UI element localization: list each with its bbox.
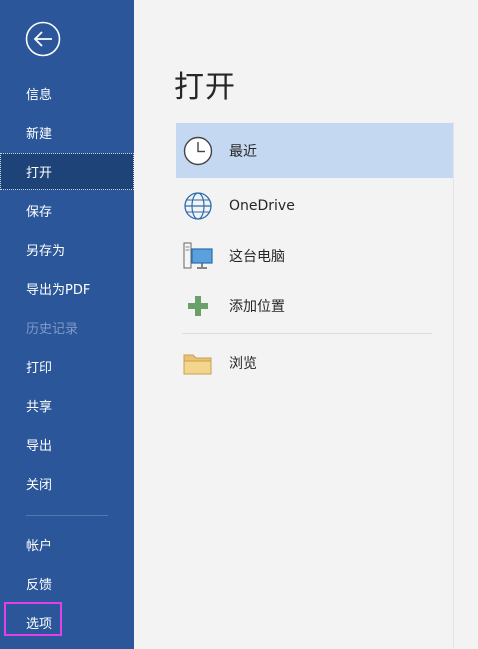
nav-print[interactable]: 打印: [0, 348, 134, 385]
nav-label: 信息: [26, 88, 53, 103]
location-divider: [182, 333, 432, 334]
nav-label: 打印: [26, 361, 53, 376]
nav-history: 历史记录: [0, 309, 134, 346]
back-arrow-icon: [25, 21, 61, 57]
nav-save[interactable]: 保存: [0, 192, 134, 229]
location-this-pc[interactable]: 这台电脑: [176, 228, 453, 283]
nav-label: 另存为: [26, 244, 66, 259]
computer-icon: [176, 238, 220, 274]
nav-open[interactable]: 打开: [0, 153, 134, 190]
nav-close[interactable]: 关闭: [0, 465, 134, 502]
nav-label: 帐户: [26, 539, 53, 554]
nav-label: 共享: [26, 400, 53, 415]
back-button[interactable]: [25, 21, 61, 57]
clock-icon: [176, 133, 220, 169]
nav-label: 历史记录: [26, 322, 79, 337]
nav-share[interactable]: 共享: [0, 387, 134, 424]
nav-options[interactable]: 选项: [0, 604, 134, 641]
location-label: 最近: [229, 143, 257, 160]
location-label: 浏览: [229, 355, 257, 372]
globe-icon: [176, 188, 220, 224]
nav-export[interactable]: 导出: [0, 426, 134, 463]
nav-info[interactable]: 信息: [0, 75, 134, 112]
location-label: OneDrive: [229, 197, 295, 214]
nav-label: 关闭: [26, 478, 53, 493]
panel-edge: [453, 122, 454, 649]
location-recent[interactable]: 最近: [176, 123, 453, 178]
nav-label: 打开: [26, 166, 53, 181]
nav-label: 反馈: [26, 578, 53, 593]
plus-icon: [176, 288, 220, 324]
nav-label: 导出: [26, 439, 53, 454]
nav-new[interactable]: 新建: [0, 114, 134, 151]
location-add-place[interactable]: 添加位置: [176, 278, 453, 333]
location-label: 添加位置: [229, 298, 285, 315]
location-label: 这台电脑: [229, 248, 285, 265]
nav-divider: [26, 515, 108, 516]
nav-save-as[interactable]: 另存为: [0, 231, 134, 268]
folder-icon: [176, 345, 220, 381]
location-browse[interactable]: 浏览: [176, 335, 453, 390]
nav-label: 新建: [26, 127, 53, 142]
nav-feedback[interactable]: 反馈: [0, 565, 134, 602]
page-title: 打开: [174, 70, 236, 105]
nav-label: 保存: [26, 205, 53, 220]
location-onedrive[interactable]: OneDrive: [176, 178, 453, 233]
nav-label: 导出为PDF: [26, 283, 91, 298]
nav-export-pdf[interactable]: 导出为PDF: [0, 270, 134, 307]
nav-label: 选项: [26, 617, 53, 632]
backstage-sidebar: 信息 新建 打开 保存 另存为 导出为PDF 历史记录 打印 共享 导出 关闭 …: [0, 0, 134, 649]
nav-account[interactable]: 帐户: [0, 526, 134, 563]
